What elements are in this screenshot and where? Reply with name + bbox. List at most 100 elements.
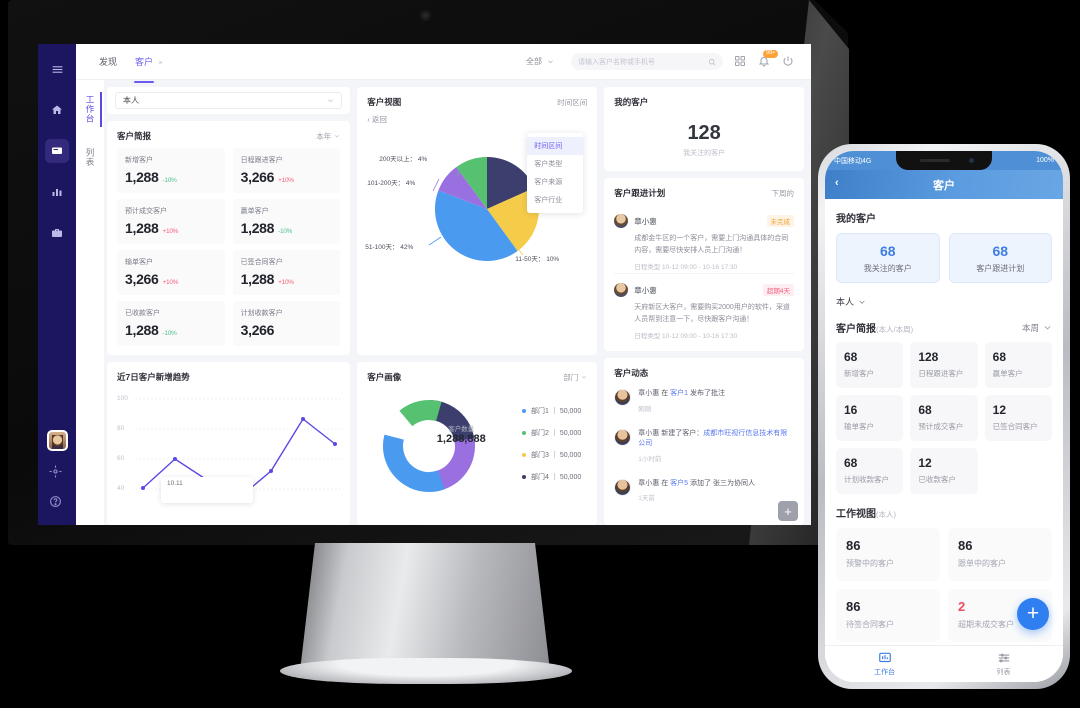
phone-metric-cell[interactable]: 16 输单客户	[836, 395, 904, 441]
brief-metric-cell[interactable]: 赢单客户 1,288 -10%	[232, 199, 341, 244]
legend-item: 部门1 ｜ 50,000	[522, 406, 581, 416]
briefcase-icon[interactable]	[45, 221, 69, 245]
vtab-list[interactable]: 列表	[82, 145, 98, 170]
phone-owner-select[interactable]: 本人	[836, 295, 1052, 308]
apps-grid-icon[interactable]	[734, 55, 747, 68]
trend-tooltip: 10.11	[161, 477, 253, 503]
brief-metric-cell[interactable]: 日程跟进客户 3,266 +10%	[232, 148, 341, 193]
owner-select[interactable]: 本人	[115, 92, 343, 109]
brief-metric-cell[interactable]: 计划收款客户 3,266	[232, 301, 341, 346]
legend-label: 部门1 ｜ 50,000	[531, 408, 582, 415]
pie-label-0: 200天以上： 4%	[379, 156, 428, 163]
phone-add-button[interactable]: +	[1017, 598, 1049, 630]
phone-workview-grid: 86 预警中的客户 86 跟单中的客户 86 待签合同客户 2 超期未成交客户	[836, 528, 1052, 642]
follow-plan-item[interactable]: 章小惠 超期4天 天府新区大客户，需要购买2000用户的软件，采道人员帮到注意一下，…	[614, 273, 794, 342]
workbench-icon[interactable]	[45, 139, 69, 163]
phone-workview-cell[interactable]: 86 待签合同客户	[836, 589, 940, 642]
phone-metric-cell[interactable]: 128 日程跟进客户	[910, 342, 978, 388]
tab-close-icon[interactable]: ×	[159, 60, 163, 67]
phone-workview-value: 86	[846, 538, 861, 553]
scope-select[interactable]: 全部	[520, 53, 560, 70]
activity-text: 章小惠 在 客户1 发布了批注	[638, 389, 725, 400]
notifications-bell-icon[interactable]: 99+	[758, 50, 779, 68]
menu-option-type[interactable]: 客户类型	[527, 155, 583, 173]
phone-metric-cell[interactable]: 68 计划收款客户	[836, 448, 904, 494]
activity-user: 章小惠	[638, 390, 660, 398]
phone-metric-cell[interactable]: 12 已签合同客户	[984, 395, 1052, 441]
plan-meta: 日程类型 10-12 09:00 - 10-16 17:30	[634, 333, 738, 341]
phone-workview-title-wrap: 工作视图(本人)	[836, 505, 1052, 520]
brief-metric-cell[interactable]: 新增客户 1,288 -10%	[117, 148, 225, 193]
activity-item[interactable]: 章小惠 新建了客户：成都市旺视行信息技术有限公司 1小时前	[614, 421, 794, 471]
customer-view-back-label: 返回	[371, 115, 387, 124]
user-avatar[interactable]	[46, 430, 68, 451]
phone-metric-label: 预计成交客户	[918, 422, 964, 431]
pie-label-2: 51-100天： 42%	[365, 244, 414, 251]
brief-metric-delta: +10%	[162, 279, 179, 286]
brief-metric-label: 赢单客户	[240, 208, 269, 215]
plan-user-name: 章小惠	[634, 216, 657, 226]
phone-card-plan[interactable]: 68 客户跟进计划	[948, 233, 1052, 283]
follow-plan-filter[interactable]: 下周的	[772, 188, 795, 199]
power-icon[interactable]	[782, 55, 795, 68]
phone-header-title: 客户	[933, 179, 955, 192]
brief-metric-cell[interactable]: 预计成交客户 1,288 +10%	[117, 199, 225, 244]
activity-link[interactable]: 客户5	[670, 480, 688, 487]
analytics-icon[interactable]	[45, 180, 69, 204]
phone-card-followed-value: 68	[879, 243, 896, 259]
brief-range-value: 本年	[316, 131, 332, 141]
menu-option-source[interactable]: 客户来源	[527, 173, 583, 191]
screenshot-stage: 发现 客户 × 全部 请输入客户名称或手机号 99+ 工作台 列表 本人 客户简…	[0, 0, 1080, 708]
follow-plan-item[interactable]: 章小惠 未完成 成都金牛区的一个客户，需要上门沟通具体的合同内容，需要尽快安排人员上…	[614, 205, 794, 273]
legend-label: 部门4 ｜ 50,000	[531, 474, 582, 481]
brief-metric-cell[interactable]: 已签合同客户 1,288 +10%	[232, 250, 341, 295]
owner-filter-card: 本人	[107, 87, 351, 114]
menu-option-industry[interactable]: 客户行业	[527, 191, 583, 209]
brief-metric-cell[interactable]: 已收款客户 1,288 -10%	[117, 301, 225, 346]
my-customers-count: 128 我关注的客户	[614, 108, 794, 162]
menu-option-time[interactable]: 时间区间	[527, 137, 584, 155]
customer-view-menu[interactable]: 时间区间 客户类型 客户来源 客户行业	[527, 133, 584, 213]
phone-metric-cell[interactable]: 68 新增客户	[836, 342, 904, 388]
phone-workview-cell[interactable]: 86 预警中的客户	[836, 528, 940, 581]
status-badge: 超期4天	[762, 284, 794, 297]
search-input[interactable]: 请输入客户名称或手机号	[571, 53, 723, 70]
front-camera-icon	[969, 158, 974, 163]
brief-metric-label: 已签合同客户	[240, 259, 283, 266]
gear-icon[interactable]	[49, 465, 65, 481]
tab-customer[interactable]: 客户 ×	[134, 49, 164, 83]
customer-view-back[interactable]: ‹ 返回	[367, 114, 587, 125]
legend-label: 部门3 ｜ 50,000	[531, 452, 582, 459]
home-icon[interactable]	[45, 98, 69, 122]
phone-metric-cell[interactable]: 68 赢单客户	[984, 342, 1052, 388]
brief-metric-label: 已收款客户	[125, 310, 160, 317]
phone-workview-cell[interactable]: 86 跟单中的客户	[948, 528, 1052, 581]
phone-content: 我的客户 68 我关注的客户 68 客户跟进计划 本人 客户简报(本人/本周) …	[825, 199, 1063, 667]
activity-item[interactable]: 章小惠 在 客户5 添加了 张三为协同人 1天前	[614, 471, 794, 511]
help-icon[interactable]	[49, 495, 65, 511]
activity-item[interactable]: 章小惠 在 客户1 发布了批注 刚刚	[614, 381, 794, 421]
phone-card-followed[interactable]: 68 我关注的客户	[836, 233, 940, 283]
monitor-stand-neck	[300, 543, 550, 671]
phone-metric-cell[interactable]: 68 预计成交客户	[910, 395, 978, 441]
phone-nav-list[interactable]: 列表	[944, 646, 1063, 682]
phone-nav-workbench[interactable]: 工作台	[825, 646, 944, 682]
customer-view-dropdown[interactable]: 时间区间	[557, 97, 587, 108]
brief-metric-cell[interactable]: 输单客户 3,266 +10%	[117, 250, 225, 295]
add-activity-button[interactable]: +	[778, 501, 798, 521]
phone-notch	[896, 151, 992, 170]
brief-range-select[interactable]: 本年	[316, 131, 340, 142]
back-icon[interactable]: ‹	[835, 177, 839, 189]
activity-link[interactable]: 客户1	[670, 390, 688, 397]
tab-discover[interactable]: 发现	[98, 49, 118, 74]
phone-brief-range[interactable]: 本周	[1022, 322, 1052, 334]
activity-user: 章小惠	[638, 429, 660, 437]
brief-metric-number: 3,266	[240, 322, 275, 338]
portrait-filter[interactable]: 部门	[563, 372, 587, 383]
avatar	[614, 428, 632, 446]
phone-metric-cell[interactable]: 12 已收款客户	[910, 448, 978, 494]
menu-icon[interactable]	[45, 57, 69, 81]
phone-owner-value: 本人	[836, 297, 855, 307]
vtab-workbench[interactable]: 工作台	[82, 92, 102, 127]
y-tick-40: 40	[117, 485, 125, 492]
